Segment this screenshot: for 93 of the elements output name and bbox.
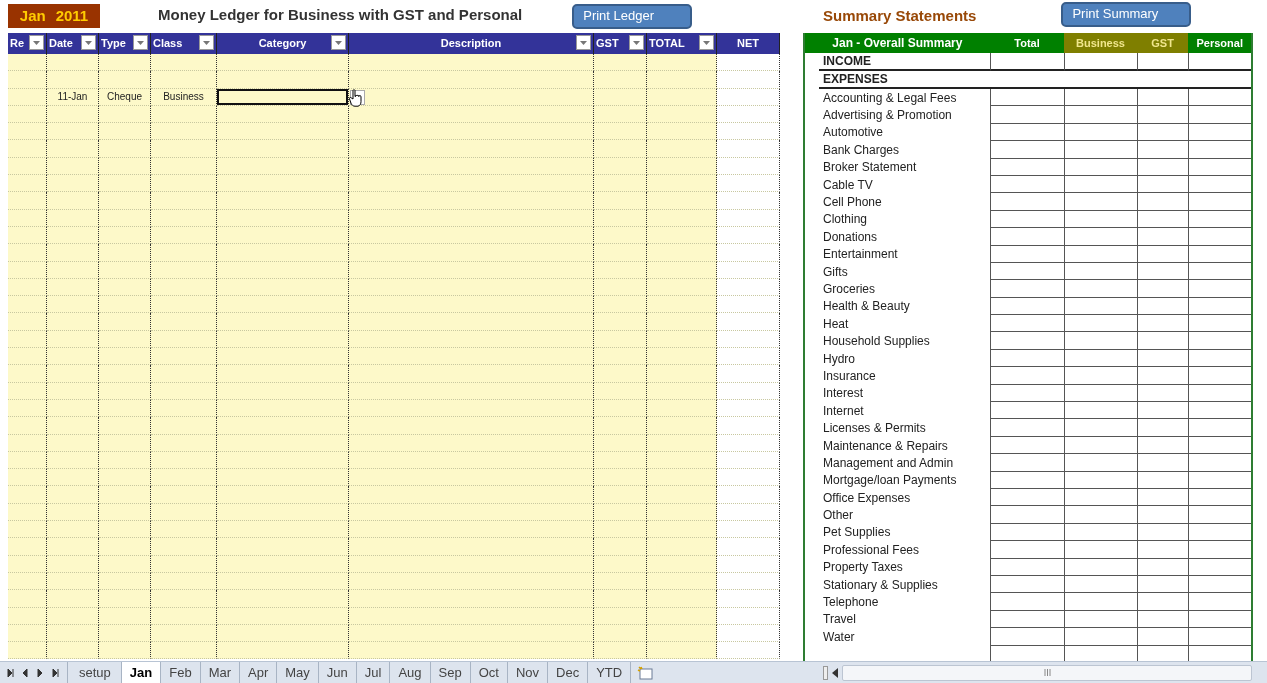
category-label: Professional Fees bbox=[823, 541, 920, 559]
column-label: GST bbox=[596, 36, 619, 52]
category-label: Broker Statement bbox=[823, 159, 917, 177]
sheet-tab[interactable]: May bbox=[277, 662, 319, 683]
column-header: Business bbox=[1064, 33, 1137, 53]
sheet-tab[interactable]: Apr bbox=[240, 662, 278, 683]
category-label: Internet bbox=[823, 402, 864, 420]
category-label: Telephone bbox=[823, 594, 879, 612]
column-header: Total bbox=[989, 33, 1065, 53]
category-label: Office Expenses bbox=[823, 489, 911, 507]
caret-icon bbox=[203, 40, 210, 45]
category-label: Gifts bbox=[823, 263, 848, 281]
category-label: Water bbox=[823, 628, 855, 646]
column-label: Category bbox=[258, 36, 307, 52]
category-label: Donations bbox=[823, 228, 878, 246]
sheet-tab[interactable]: Dec bbox=[548, 662, 589, 683]
scrollbar-splitter[interactable] bbox=[823, 665, 828, 680]
scroll-left-icon[interactable] bbox=[832, 667, 838, 678]
column-header: GST bbox=[1136, 33, 1189, 53]
category-label: Clothing bbox=[823, 211, 868, 229]
filter-dropdown-button[interactable] bbox=[629, 35, 644, 50]
column-label: Re bbox=[10, 36, 25, 52]
category-label: Advertising & Promotion bbox=[823, 107, 952, 125]
print-ledger-button[interactable]: Print Ledger bbox=[572, 4, 693, 29]
caret-icon bbox=[335, 40, 342, 45]
year-label: 2011 bbox=[55, 5, 89, 26]
category-label: Bank Charges bbox=[823, 141, 900, 159]
filter-dropdown-button[interactable] bbox=[699, 35, 714, 50]
sheet-tab[interactable]: Feb bbox=[161, 662, 201, 683]
sheet-tab[interactable]: Jul bbox=[356, 662, 391, 683]
grip-icon bbox=[1043, 669, 1051, 676]
month-label: Jan bbox=[19, 5, 46, 26]
print-summary-button[interactable]: Print Summary bbox=[1061, 2, 1192, 27]
sheet-tab[interactable]: Sep bbox=[430, 662, 471, 683]
column-label: Date bbox=[49, 36, 73, 52]
caret-icon bbox=[33, 40, 40, 45]
section-heading: EXPENSES bbox=[819, 71, 991, 89]
summary-title: Summary Statements bbox=[823, 5, 977, 26]
category-label: Groceries bbox=[823, 281, 875, 298]
filter-dropdown-button[interactable] bbox=[331, 35, 346, 50]
category-label: Property Taxes bbox=[823, 559, 903, 577]
sheet-tab[interactable]: Aug bbox=[390, 662, 431, 683]
category-label: Cell Phone bbox=[823, 194, 882, 212]
sheet-tab[interactable]: YTD bbox=[588, 662, 632, 683]
category-label: Licenses & Permits bbox=[823, 420, 926, 438]
caret-icon bbox=[580, 40, 587, 45]
column-label: TOTAL bbox=[649, 36, 685, 52]
column-header: Personal bbox=[1188, 33, 1251, 53]
horizontal-scrollbar[interactable] bbox=[842, 664, 1252, 681]
category-label: Household Supplies bbox=[823, 333, 930, 351]
sheet-tab[interactable]: Jun bbox=[318, 662, 357, 683]
filter-dropdown-button[interactable] bbox=[576, 35, 591, 50]
sheet-tab[interactable]: setup bbox=[67, 662, 122, 683]
sheet-tab[interactable]: Nov bbox=[507, 662, 549, 683]
sheet-tab[interactable]: Mar bbox=[200, 662, 240, 683]
filter-dropdown-button[interactable] bbox=[199, 35, 214, 50]
category-label: Insurance bbox=[823, 367, 876, 385]
category-label: Stationary & Supplies bbox=[823, 576, 938, 594]
column-header: Jan - Overall Summary bbox=[805, 33, 990, 53]
category-label: Cable TV bbox=[823, 176, 873, 194]
category-label: Health & Beauty bbox=[823, 298, 910, 316]
caret-icon bbox=[137, 40, 144, 45]
ledger-title: Money Ledger for Business with GST and Personal bbox=[158, 4, 523, 25]
category-label: Hydro bbox=[823, 350, 855, 368]
column-label: Class bbox=[153, 36, 183, 52]
sheet-tab[interactable]: Jan bbox=[121, 662, 162, 683]
caret-icon bbox=[85, 40, 92, 45]
caret-icon bbox=[703, 40, 710, 45]
category-label: Maintenance & Repairs bbox=[823, 437, 948, 455]
caret-icon bbox=[633, 40, 640, 45]
filter-dropdown-button[interactable] bbox=[81, 35, 96, 50]
category-label: Interest bbox=[823, 385, 864, 403]
category-label: Management and Admin bbox=[823, 454, 954, 472]
category-label: Other bbox=[823, 507, 853, 525]
previous-sheet-icon[interactable] bbox=[21, 667, 29, 678]
column-label: NET bbox=[737, 36, 759, 52]
section-heading: INCOME bbox=[819, 53, 990, 71]
category-label: Heat bbox=[823, 315, 849, 333]
category-label: Automotive bbox=[823, 124, 884, 142]
category-label: Pet Supplies bbox=[823, 524, 891, 542]
last-sheet-icon[interactable] bbox=[51, 667, 59, 678]
next-sheet-icon[interactable] bbox=[36, 667, 44, 678]
category-label: Mortgage/loan Payments bbox=[823, 472, 957, 490]
filter-dropdown-button[interactable] bbox=[133, 35, 148, 50]
category-label: Travel bbox=[823, 611, 856, 629]
category-label: Accounting & Legal Fees bbox=[823, 89, 957, 107]
filter-dropdown-button[interactable] bbox=[29, 35, 44, 50]
sheet-tab[interactable]: Oct bbox=[470, 662, 508, 683]
hand-pointer-icon bbox=[349, 88, 363, 107]
column-label: Type bbox=[101, 36, 126, 52]
category-label: Entertainment bbox=[823, 246, 898, 264]
insert-sheet-icon[interactable] bbox=[637, 665, 654, 680]
column-label: Description bbox=[440, 36, 502, 52]
